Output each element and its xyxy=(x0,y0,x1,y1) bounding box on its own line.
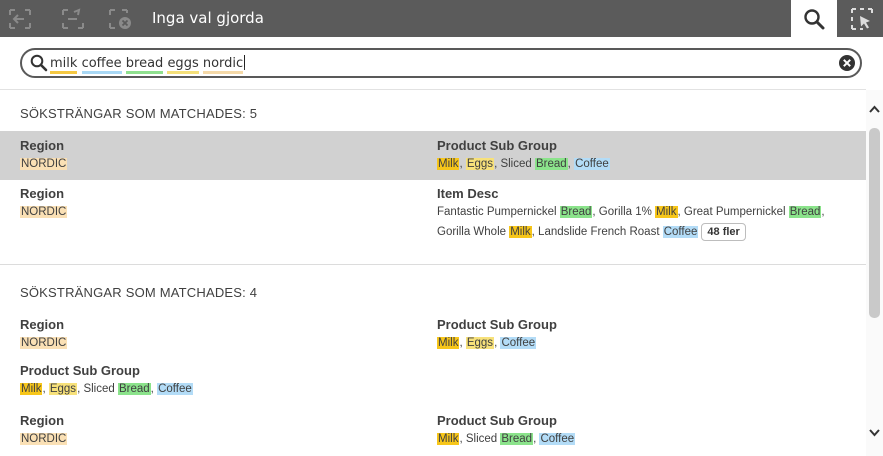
highlighted-match: Eggs xyxy=(48,383,78,395)
highlighted-match: Bread xyxy=(534,158,568,170)
highlighted-match: Milk xyxy=(437,158,460,170)
highlighted-match: Coffee xyxy=(662,226,699,238)
selections-toolbar: Inga val gjorda xyxy=(0,0,883,37)
selections-tool-button[interactable] xyxy=(841,0,883,37)
clear-selections-button[interactable] xyxy=(100,0,140,37)
highlighted-match: Bread xyxy=(559,206,593,218)
step-back-icon xyxy=(9,8,31,29)
chevron-down-icon[interactable] xyxy=(868,428,881,438)
search-results: SÖKSTRÄNGAR SOM MATCHADES: 5 Region NORD… xyxy=(0,90,866,456)
selections-status: Inga val gjorda xyxy=(152,9,264,27)
clear-search-icon[interactable] xyxy=(838,54,856,72)
highlighted-match: NORDIC xyxy=(20,337,68,349)
step-back-button[interactable] xyxy=(0,0,40,37)
search-icon xyxy=(30,54,48,72)
field-values: NORDIC xyxy=(20,429,68,449)
highlighted-match: Milk xyxy=(437,337,460,349)
group-divider xyxy=(0,264,866,265)
field-name: Region xyxy=(20,138,65,153)
search-term: eggs xyxy=(167,56,199,74)
result-row[interactable]: Region NORDIC Product Sub Group Milk, Sl… xyxy=(0,408,866,456)
highlighted-match: Bread xyxy=(117,383,151,395)
search-term: bread xyxy=(125,56,164,74)
search-input[interactable]: milk coffee bread eggs nordic xyxy=(20,48,862,78)
search-term: nordic xyxy=(202,56,244,74)
highlighted-match: NORDIC xyxy=(20,206,68,218)
highlighted-match: Eggs xyxy=(465,158,495,170)
search-term: milk xyxy=(50,56,78,74)
field-values: NORDIC xyxy=(20,202,68,222)
search-toggle-button[interactable] xyxy=(791,0,837,37)
field-values: Fantastic Pumpernickel Bread, Gorilla 1%… xyxy=(437,202,857,242)
field-values: Milk, Eggs, Coffee xyxy=(437,337,537,349)
results-scrollbar[interactable] xyxy=(866,90,883,456)
more-values-badge[interactable]: 48 fler xyxy=(701,223,746,241)
highlighted-match: NORDIC xyxy=(20,158,68,170)
scrollbar-thumb[interactable] xyxy=(869,128,880,318)
field-name: Region xyxy=(20,186,65,201)
result-row[interactable]: Product Sub Group Milk, Eggs, Sliced Bre… xyxy=(0,360,866,408)
result-row[interactable]: Region NORDIC Product Sub Group Milk, Eg… xyxy=(0,312,866,360)
highlighted-match: Coffee xyxy=(157,383,193,395)
field-name: Product Sub Group xyxy=(437,317,557,332)
result-row[interactable]: Region NORDIC Item Desc Fantastic Pumper… xyxy=(0,180,866,250)
highlighted-match: Bread xyxy=(500,433,534,445)
highlighted-match: Bread xyxy=(788,206,822,218)
highlighted-match: Coffee xyxy=(574,158,610,170)
search-query-text[interactable]: milk coffee bread eggs nordic xyxy=(50,55,246,74)
highlighted-match: Milk xyxy=(509,226,532,238)
field-values: Milk, Sliced Bread, Coffee xyxy=(437,433,576,445)
field-values: NORDIC xyxy=(20,333,68,353)
highlighted-match: Coffee xyxy=(500,337,537,349)
step-forward-icon xyxy=(62,7,84,29)
group-header: SÖKSTRÄNGAR SOM MATCHADES: 4 xyxy=(20,285,258,300)
highlighted-match: Milk xyxy=(20,383,43,395)
text-caret xyxy=(244,55,246,70)
highlighted-match: Milk xyxy=(655,206,678,218)
field-name: Region xyxy=(20,413,65,428)
field-name: Item Desc xyxy=(437,186,499,201)
group-header: SÖKSTRÄNGAR SOM MATCHADES: 5 xyxy=(20,106,258,121)
search-term: coffee xyxy=(81,56,122,74)
chevron-up-icon[interactable] xyxy=(868,104,881,114)
highlighted-match: Eggs xyxy=(465,337,495,349)
field-values: Milk, Eggs, Sliced Bread, Coffee xyxy=(20,383,193,395)
search-icon xyxy=(804,8,825,29)
field-name: Region xyxy=(20,317,65,332)
clear-selections-icon xyxy=(109,8,131,29)
field-name: Product Sub Group xyxy=(20,363,140,378)
result-row[interactable]: Region NORDIC Product Sub Group Milk, Eg… xyxy=(0,131,866,180)
highlighted-match: NORDIC xyxy=(20,433,68,445)
step-forward-button[interactable] xyxy=(53,0,93,37)
field-name: Product Sub Group xyxy=(437,413,557,428)
field-values: Milk, Eggs, Sliced Bread, Coffee xyxy=(437,158,610,170)
field-values: NORDIC xyxy=(20,154,68,174)
highlighted-match: Coffee xyxy=(539,433,576,445)
smart-selection-icon xyxy=(851,7,873,30)
field-name: Product Sub Group xyxy=(437,138,557,153)
highlighted-match: Milk xyxy=(437,433,460,445)
